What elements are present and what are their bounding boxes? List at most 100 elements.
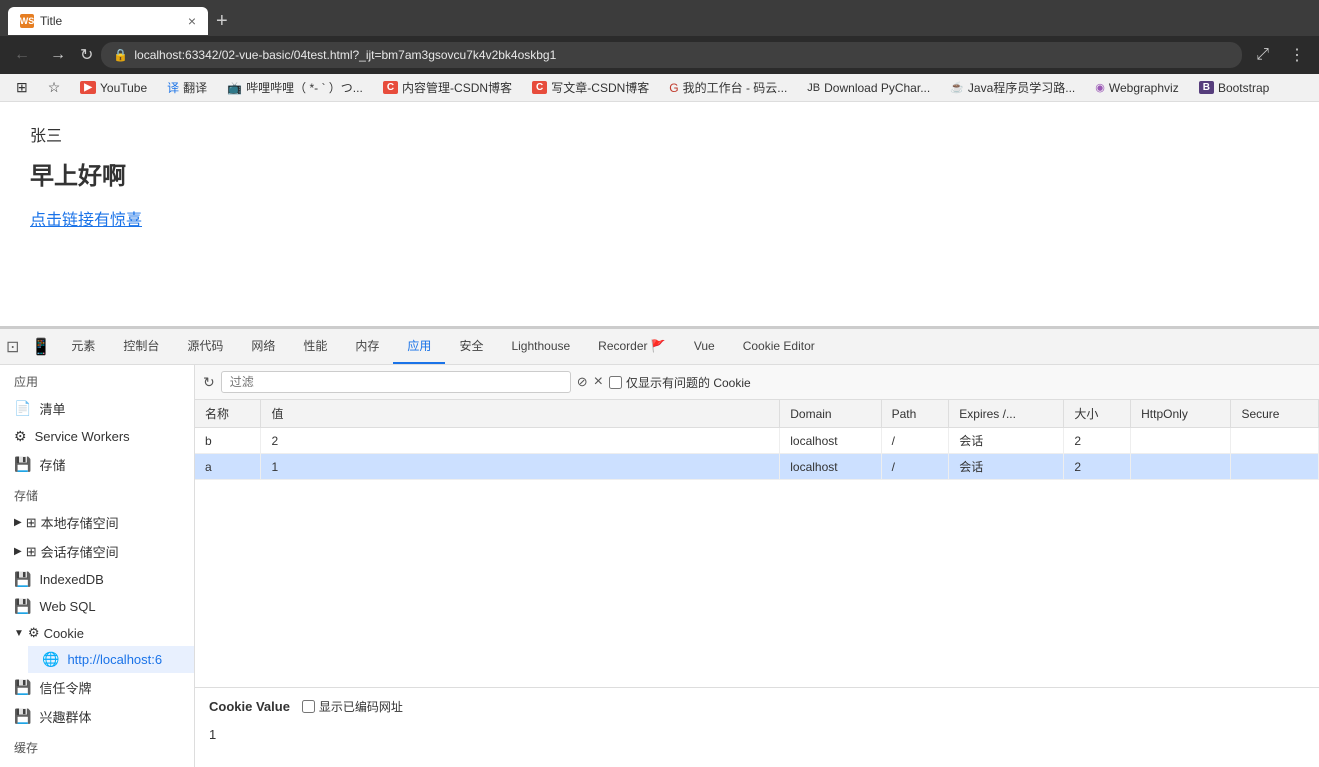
bookmark-gitee[interactable]: G 我的工作台 - 码云... [661,77,795,98]
cookie-size-a: 2 [1064,454,1131,480]
back-button[interactable]: ← [8,44,36,66]
cookie-value-header: Cookie Value 显示已编码网址 [209,698,1305,715]
cookie-value-b: 2 [261,428,780,454]
service-workers-icon: ⚙ [14,428,27,445]
lock-icon: 🔒 [113,48,128,62]
table-row[interactable]: a 1 localhost / 会话 2 [195,454,1319,480]
indexeddb-icon: 💾 [14,571,31,588]
tab-lighthouse[interactable]: Lighthouse [497,331,584,363]
zoom-button[interactable]: ⤢ [1250,44,1275,66]
tab-title: Title [40,14,182,28]
sidebar-item-session-storage[interactable]: ▶ ⊞ 会话存储空间 [0,537,194,566]
show-issues-label[interactable]: 仅显示有问题的 Cookie [609,374,751,391]
session-storage-icon: ⊞ [26,544,37,560]
settings-button[interactable]: ⋮ [1283,43,1311,67]
bookmark-csdn-content[interactable]: C 内容管理-CSDN博客 [375,77,520,98]
tab-cookie-editor[interactable]: Cookie Editor [729,331,829,363]
bookmark-star[interactable]: ☆ [40,77,69,98]
cookie-table: 名称 值 Domain Path Expires /... 大小 HttpOnl… [195,400,1319,480]
show-encoded-checkbox[interactable] [302,700,315,713]
filter-clear-button[interactable]: × [594,373,603,391]
cookie-icon: ⚙ [28,625,40,641]
sidebar-item-cookie-localhost[interactable]: 🌐 http://localhost:6 [28,646,194,673]
cookie-httponly-a [1131,454,1231,480]
sidebar-item-trust-token[interactable]: 💾 信任令牌 [0,673,194,702]
col-header-domain[interactable]: Domain [780,400,881,428]
show-encoded-label[interactable]: 显示已编码网址 [302,698,403,715]
sidebar-item-local-storage[interactable]: ▶ ⊞ 本地存储空间 [0,508,194,537]
tab-console[interactable]: 控制台 [109,329,173,364]
bookmark-youtube[interactable]: ▶ YouTube [72,79,155,97]
tab-network[interactable]: 网络 [237,329,289,364]
col-header-httponly[interactable]: HttpOnly [1131,400,1231,428]
devtools-inspect-button[interactable]: ⊡ [0,333,25,361]
sidebar-item-manifest[interactable]: 📄 清单 [0,394,194,423]
tab-application[interactable]: 应用 [393,329,445,364]
sidebar-cookie-sub: 🌐 http://localhost:6 [0,646,194,673]
devtools-body: 应用 📄 清单 ⚙ Service Workers 💾 存储 存储 ▶ ⊞ 本地… [0,365,1319,767]
tab-elements[interactable]: 元素 [57,329,109,364]
devtools-tab-bar: ⊡ 📱 元素 控制台 源代码 网络 性能 内存 应用 安全 Lighthouse… [0,329,1319,365]
cookie-domain-a: localhost [780,454,881,480]
cookie-httponly-b [1131,428,1231,454]
col-header-path[interactable]: Path [881,400,949,428]
cookie-value-content: 1 [209,723,1305,746]
table-row[interactable]: b 2 localhost / 会话 2 [195,428,1319,454]
page-link[interactable]: 点击链接有惊喜 [30,212,142,229]
tab-security[interactable]: 安全 [445,329,497,364]
cookie-name-a: a [195,454,261,480]
tab-recorder[interactable]: Recorder 🚩 [584,331,680,363]
url-bar[interactable]: 🔒 localhost:63342/02-vue-basic/04test.ht… [101,42,1242,68]
tab-bar: WS Title × + [0,0,1319,36]
filter-funnel-button[interactable]: ⊘ [577,374,588,390]
cookie-expires-a: 会话 [949,454,1064,480]
sidebar-item-websql[interactable]: 💾 Web SQL [0,593,194,620]
new-tab-button[interactable]: + [208,10,236,33]
interest-group-icon: 💾 [14,708,31,725]
sidebar-item-cookie[interactable]: ▼ ⚙ Cookie [0,620,194,646]
devtools-sidebar: 应用 📄 清单 ⚙ Service Workers 💾 存储 存储 ▶ ⊞ 本地… [0,365,195,767]
bookmark-webgraphviz[interactable]: ◉ Webgraphviz [1087,79,1186,97]
bookmark-pycharm[interactable]: JB Download PyChar... [799,79,938,97]
url-text: localhost:63342/02-vue-basic/04test.html… [134,48,556,62]
filter-input[interactable] [221,371,571,393]
sidebar-section-app: 应用 [0,365,194,394]
tab-close-button[interactable]: × [188,13,196,29]
active-tab[interactable]: WS Title × [8,7,208,35]
col-header-name[interactable]: 名称 [195,400,261,428]
devtools-device-button[interactable]: 📱 [25,333,57,361]
col-header-secure[interactable]: Secure [1231,400,1319,428]
expand-arrow-icon: ▶ [14,546,22,557]
sidebar-item-service-workers[interactable]: ⚙ Service Workers [0,423,194,450]
cookie-localhost-icon: 🌐 [42,651,59,668]
col-header-expires[interactable]: Expires /... [949,400,1064,428]
bookmark-apps[interactable]: ⊞ [8,77,36,98]
local-storage-icon: ⊞ [26,515,37,531]
tab-sources[interactable]: 源代码 [173,329,237,364]
forward-button[interactable]: → [44,44,72,66]
devtools-main: ↻ ⊘ × 仅显示有问题的 Cookie 名称 值 Domain [195,365,1319,767]
reload-button[interactable]: ↻ [80,45,93,65]
col-header-value[interactable]: 值 [261,400,780,428]
sidebar-item-storage[interactable]: 💾 存储 [0,450,194,479]
show-issues-checkbox[interactable] [609,376,622,389]
expand-arrow-icon: ▶ [14,517,22,528]
bookmark-csdn-write[interactable]: C 写文章-CSDN博客 [524,77,657,98]
col-header-size[interactable]: 大小 [1064,400,1131,428]
refresh-cookies-button[interactable]: ↻ [203,374,215,391]
bookmark-java[interactable]: ☕ Java程序员学习路... [942,77,1083,98]
trust-token-icon: 💾 [14,679,31,696]
sidebar-item-interest-group[interactable]: 💾 兴趣群体 [0,702,194,731]
bookmark-bilibili[interactable]: 📺 哔哩哔哩（ *- ` ）つ... [219,77,371,98]
cookie-expires-b: 会话 [949,428,1064,454]
page-user: 张三 [30,122,1289,146]
bookmark-translate[interactable]: 译 翻译 [159,77,215,98]
tab-vue[interactable]: Vue [680,331,729,363]
tab-memory[interactable]: 内存 [341,329,393,364]
sidebar-item-indexeddb[interactable]: 💾 IndexedDB [0,566,194,593]
bookmark-bootstrap[interactable]: B Bootstrap [1191,79,1278,97]
cookie-path-a: / [881,454,949,480]
page-greeting: 早上好啊 [30,156,1289,191]
filter-bar: ↻ ⊘ × 仅显示有问题的 Cookie [195,365,1319,400]
tab-performance[interactable]: 性能 [289,329,341,364]
